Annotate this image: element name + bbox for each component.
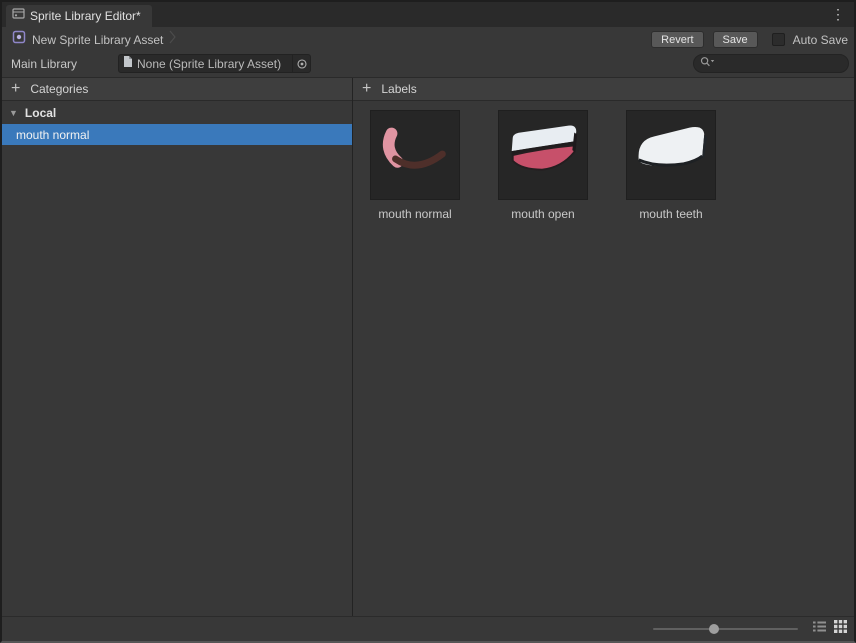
search-field[interactable] <box>693 54 849 73</box>
auto-save-label: Auto Save <box>792 32 848 47</box>
add-label-icon[interactable]: + <box>362 81 371 97</box>
sprite-library-tab-icon <box>12 7 25 25</box>
main-library-label: Main Library <box>11 56 78 71</box>
revert-button[interactable]: Revert <box>651 31 704 48</box>
sprite-library-editor-window: Sprite Library Editor* ⋮ New Sprite Libr… <box>0 0 856 643</box>
label-item-mouth-normal[interactable]: mouth normal <box>369 110 461 221</box>
editor-toolbar: New Sprite Library Asset Revert Save Aut… <box>2 27 854 50</box>
tab-sprite-library-editor[interactable]: Sprite Library Editor* <box>6 5 152 27</box>
thumbnail-size-slider[interactable] <box>653 621 798 637</box>
grid-view-icon[interactable] <box>834 620 847 638</box>
document-icon <box>123 55 133 73</box>
labels-panel: + Labels mouth normal mouth open mouth t… <box>353 78 854 616</box>
label-name: mouth open <box>511 207 575 221</box>
labels-header: + Labels <box>353 78 854 101</box>
sprite-thumbnail-mouth-normal <box>370 110 460 200</box>
sprite-thumbnail-mouth-teeth <box>626 110 716 200</box>
label-name: mouth teeth <box>639 207 703 221</box>
save-button[interactable]: Save <box>712 31 758 48</box>
auto-save-checkbox[interactable] <box>771 33 785 46</box>
category-row-mouth-normal[interactable]: mouth normal <box>2 124 352 145</box>
label-item-mouth-open[interactable]: mouth open <box>497 110 589 221</box>
label-grid: mouth normal mouth open mouth teeth <box>353 101 854 221</box>
categories-title: Categories <box>30 82 89 96</box>
search-icon <box>700 55 715 73</box>
tab-bar: Sprite Library Editor* ⋮ <box>2 2 854 27</box>
object-picker-icon[interactable] <box>292 55 310 72</box>
breadcrumb[interactable]: New Sprite Library Asset <box>32 30 177 49</box>
breadcrumb-chevron-icon <box>169 30 177 49</box>
tab-title: Sprite Library Editor* <box>30 9 141 23</box>
search-input[interactable] <box>718 56 840 71</box>
local-foldout-row[interactable]: ▼ Local <box>2 102 352 124</box>
list-view-icon[interactable] <box>813 620 826 638</box>
kebab-menu-icon[interactable]: ⋮ <box>831 5 845 23</box>
slider-handle[interactable] <box>709 624 719 634</box>
labels-title: Labels <box>381 82 417 96</box>
sprite-library-asset-icon <box>11 29 27 50</box>
asset-name-label: New Sprite Library Asset <box>32 32 164 47</box>
local-group-label: Local <box>24 106 57 120</box>
main-library-object-field[interactable]: None (Sprite Library Asset) <box>118 54 311 73</box>
slider-track[interactable] <box>653 628 798 630</box>
add-category-icon[interactable]: + <box>11 81 20 97</box>
categories-header: + Categories <box>2 78 352 101</box>
categories-panel: + Categories ▼ Local mouth normal <box>2 78 353 616</box>
main-library-row: Main Library None (Sprite Library Asset) <box>2 50 854 77</box>
editor-panels: + Categories ▼ Local mouth normal + Labe… <box>2 77 854 616</box>
label-name: mouth normal <box>378 207 452 221</box>
sprite-thumbnail-mouth-open <box>498 110 588 200</box>
foldout-arrow-icon[interactable]: ▼ <box>9 108 18 118</box>
label-item-mouth-teeth[interactable]: mouth teeth <box>625 110 717 221</box>
object-field-value: None (Sprite Library Asset) <box>137 56 282 71</box>
bottom-bar <box>2 616 854 641</box>
